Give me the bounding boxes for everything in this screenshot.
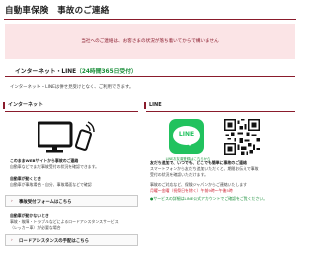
intro-text: インターネット・LINEは併せ見受けとなく、ご利用できます。 xyxy=(10,85,134,90)
internet-line-d: 自動車が事故場合・自分、事故場面などで確認 xyxy=(10,182,92,187)
qr-code-icon xyxy=(224,119,260,155)
line-logo-text: LINE xyxy=(178,131,195,138)
page-title: 自動車保険 事故のご連絡 xyxy=(5,6,110,16)
notice-box: 当社へのご連絡は、お客さまの状況が落ち着いてからで構いません xyxy=(5,24,295,59)
internet-line-g: （レッカー車）が必要な場合 xyxy=(10,225,61,230)
accident-form-button[interactable]: › 事故受付フォームはこちら xyxy=(5,195,138,207)
notice-text: 当社へのご連絡は、お客さまの状況が落ち着いてからで構いません xyxy=(81,39,219,44)
line-bubble-tail xyxy=(187,142,193,146)
section-title-main: インターネット・LINE xyxy=(15,69,77,75)
line-icon[interactable]: LINE xyxy=(169,119,204,154)
title-divider xyxy=(4,19,296,20)
line-heading: LINE xyxy=(144,101,295,112)
internet-heading: インターネット xyxy=(3,101,138,112)
tv-phone-icon xyxy=(38,121,95,153)
road-assistance-label: ロードアシスタンスの手配はこちら xyxy=(19,239,89,244)
road-assistance-button[interactable]: › ロードアシスタンスの手配はこちら xyxy=(5,234,138,246)
chevron-right-icon: › xyxy=(11,238,13,243)
internet-line-b: 自動車などでまだ事故受付の状況を確認できます。 xyxy=(10,164,100,169)
line-desc-5: 月曜～金曜（祝祭日を除く）午前9時～午後5時 xyxy=(150,188,233,193)
accident-form-label: 事故受付フォームはこちら xyxy=(19,200,72,205)
chevron-right-icon: › xyxy=(11,199,13,204)
section-title: インターネット・LINE（24時間365日受付） xyxy=(15,66,137,75)
line-desc-6[interactable]: ●サービスの詳細はLINE公式アカウントでご確認をご覧ください。 xyxy=(150,196,267,202)
section-header: インターネット・LINE（24時間365日受付） xyxy=(5,65,295,77)
section-hours: （24時間365日受付） xyxy=(76,69,137,75)
line-desc-3: 受付の状況を確認いただけます。 xyxy=(150,172,208,177)
